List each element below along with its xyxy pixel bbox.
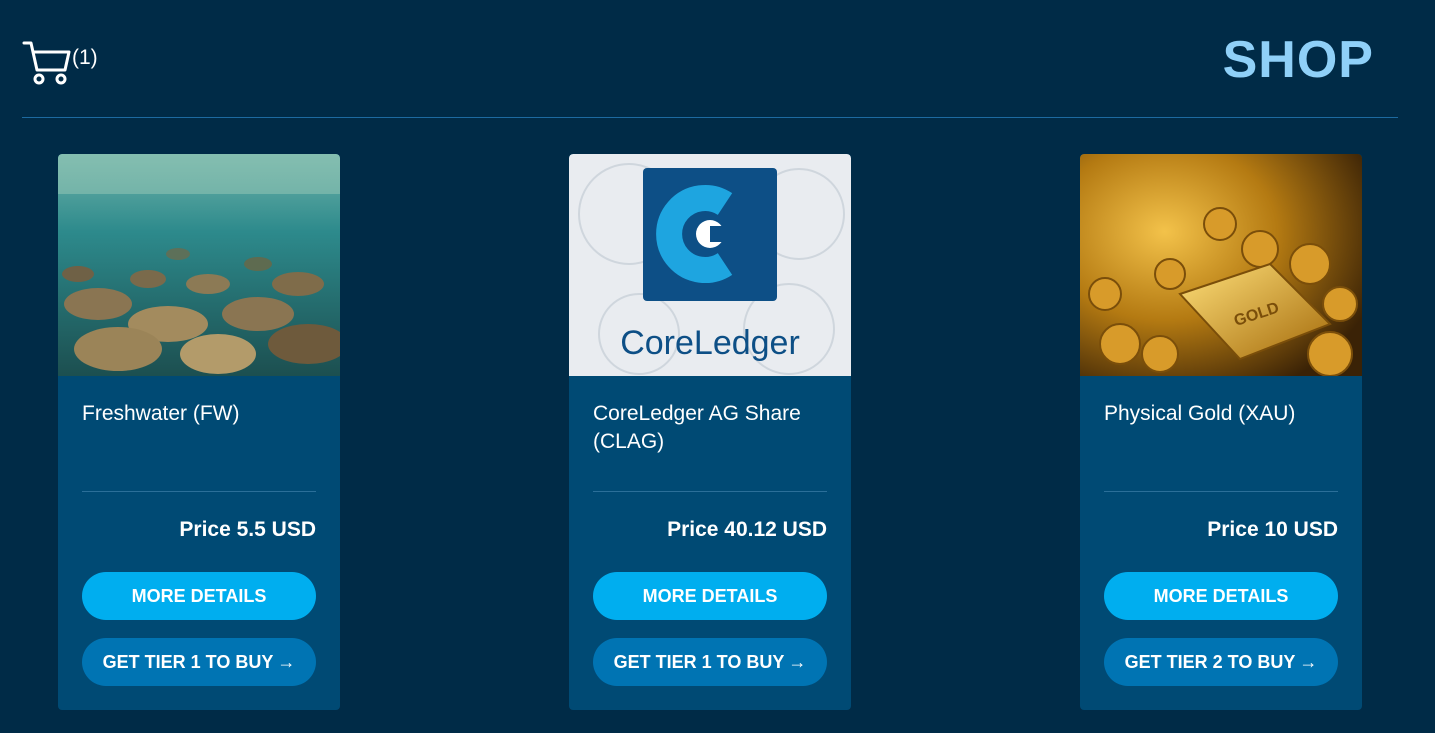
get-tier-label: GET TIER 1 TO BUY bbox=[102, 651, 274, 672]
get-tier-button[interactable]: GET TIER 1 TO BUY → bbox=[82, 638, 316, 686]
product-image-gold: GOLD bbox=[1080, 154, 1362, 376]
product-title: CoreLedger AG Share (CLAG) bbox=[593, 402, 801, 453]
get-tier-label: GET TIER 1 TO BUY bbox=[613, 651, 785, 672]
product-price: Price 5.5 USD bbox=[179, 518, 316, 541]
more-details-button[interactable]: MORE DETAILS bbox=[82, 572, 316, 620]
product-card-coreledger: CoreLedger CoreLedger AG Share (CLAG) Pr… bbox=[569, 154, 851, 710]
product-image-coreledger: CoreLedger bbox=[569, 154, 851, 376]
product-price: Price 10 USD bbox=[1207, 518, 1338, 541]
product-card-freshwater: Freshwater (FW) Price 5.5 USD MORE DETAI… bbox=[58, 154, 340, 710]
header: (1) SHOP bbox=[0, 0, 1435, 118]
arrow-right-icon: → bbox=[1299, 651, 1318, 672]
header-divider bbox=[22, 117, 1398, 118]
cart-icon bbox=[22, 41, 71, 85]
get-tier-label: GET TIER 2 TO BUY bbox=[1124, 651, 1296, 672]
cart-count-badge: (1) bbox=[72, 46, 98, 69]
more-details-button[interactable]: MORE DETAILS bbox=[593, 572, 827, 620]
product-price: Price 40.12 USD bbox=[667, 518, 827, 541]
arrow-right-icon: → bbox=[788, 651, 807, 672]
page-title: SHOP bbox=[1222, 31, 1374, 89]
product-title: Freshwater (FW) bbox=[82, 402, 240, 425]
card-divider bbox=[1104, 491, 1338, 492]
get-tier-button[interactable]: GET TIER 2 TO BUY → bbox=[1104, 638, 1338, 686]
coreledger-logo-text: CoreLedger bbox=[620, 324, 800, 362]
more-details-label: MORE DETAILS bbox=[131, 585, 267, 606]
get-tier-button[interactable]: GET TIER 1 TO BUY → bbox=[593, 638, 827, 686]
more-details-label: MORE DETAILS bbox=[642, 585, 778, 606]
arrow-right-icon: → bbox=[277, 651, 296, 672]
product-title: Physical Gold (XAU) bbox=[1104, 402, 1296, 425]
product-card-gold: GOLD Physical Gold (XAU) Price 10 USD MO… bbox=[1080, 154, 1362, 710]
card-divider bbox=[593, 491, 827, 492]
more-details-button[interactable]: MORE DETAILS bbox=[1104, 572, 1338, 620]
product-image-freshwater bbox=[58, 154, 340, 376]
cart-button[interactable]: (1) bbox=[22, 40, 98, 86]
more-details-label: MORE DETAILS bbox=[1153, 585, 1289, 606]
card-divider bbox=[82, 491, 316, 492]
